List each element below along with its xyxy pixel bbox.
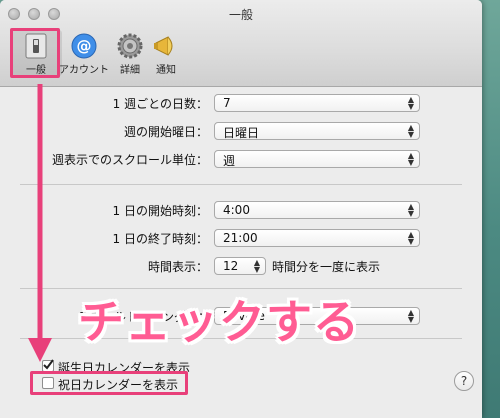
highlight-box-holidays (30, 371, 188, 395)
annotation-text: チェックする (78, 295, 360, 349)
annotation-arrow (28, 84, 52, 362)
